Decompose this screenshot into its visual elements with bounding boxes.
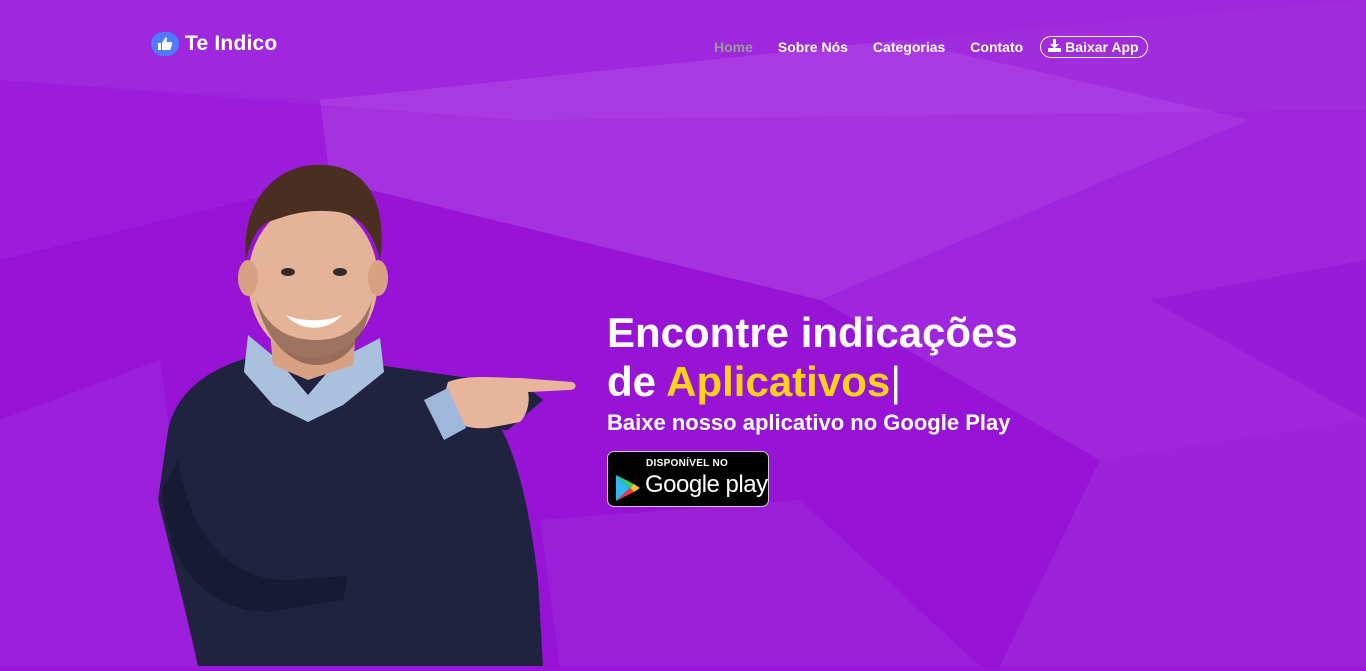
google-play-big-text: Google play bbox=[645, 471, 768, 498]
headline-line1: Encontre indicações bbox=[607, 309, 1018, 356]
download-app-button[interactable]: Baixar App bbox=[1040, 36, 1148, 58]
download-app-label: Baixar App bbox=[1065, 39, 1139, 55]
hero-subtitle: Baixe nosso aplicativo no Google Play bbox=[607, 410, 1011, 435]
headline-line2-prefix: de bbox=[607, 358, 657, 405]
nav-categorias[interactable]: Categorias bbox=[873, 39, 945, 55]
nav-contato[interactable]: Contato bbox=[970, 39, 1023, 55]
brand-logo[interactable]: Te Indico bbox=[151, 32, 277, 56]
nav-sobre-nos[interactable]: Sobre Nós bbox=[778, 39, 848, 55]
thumbs-up-icon bbox=[151, 32, 179, 56]
download-icon bbox=[1048, 39, 1062, 55]
google-play-badge[interactable]: DISPONÍVEL NO Google play bbox=[607, 451, 769, 507]
google-play-icon bbox=[615, 474, 641, 507]
brand-name: Te Indico bbox=[185, 32, 278, 55]
headline-accent: Aplicativos bbox=[666, 358, 891, 405]
hero-headline: Encontre indicações de Aplicativos| bbox=[607, 308, 1018, 406]
nav-home[interactable]: Home bbox=[714, 39, 753, 55]
google-play-small-text: DISPONÍVEL NO bbox=[646, 458, 729, 469]
hero-person-image bbox=[148, 160, 588, 671]
typing-cursor: | bbox=[890, 358, 902, 405]
hero-text: Encontre indicações de Aplicativos| Baix… bbox=[607, 308, 1018, 436]
main-nav: Home Sobre Nós Categorias Contato Baixar… bbox=[714, 36, 1148, 58]
